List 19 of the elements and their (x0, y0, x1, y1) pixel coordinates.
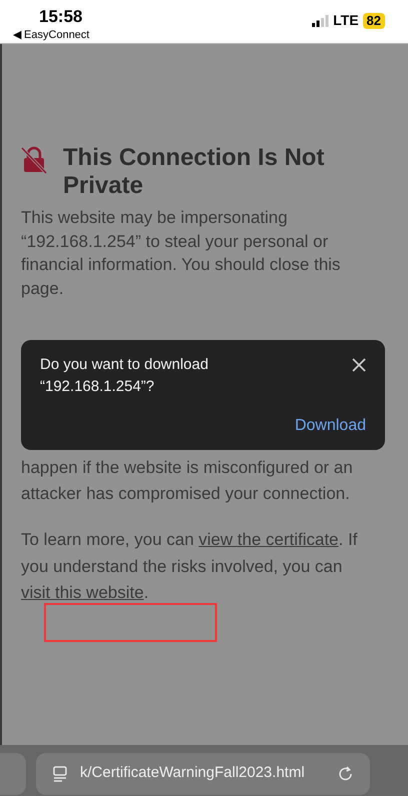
broken-lock-icon (21, 146, 47, 174)
warning-details: happen if the website is misconfigured or an attacker has compromised your connection. (21, 457, 354, 505)
learn-more-text: To learn more, you can view the certificate. If you understand the risks involved, you can visit this website. (21, 529, 358, 604)
warning-title: This Connection Is Not Private (63, 144, 326, 200)
address-bar[interactable]: k/CertificateWarningFall2023.html (36, 752, 370, 794)
signal-icon (312, 14, 330, 26)
reader-icon[interactable] (52, 766, 68, 782)
view-certificate-link[interactable]: view the certificate (198, 530, 338, 549)
url-text: k/CertificateWarningFall2023.html (80, 763, 306, 784)
close-icon[interactable] (352, 358, 366, 372)
status-time: 15:58 (39, 6, 84, 28)
visit-website-link[interactable]: visit this website (21, 583, 144, 602)
back-to-app-link[interactable]: ◀ EasyConnect (13, 28, 90, 42)
network-label: LTE (333, 11, 359, 30)
download-button[interactable]: Download (294, 414, 366, 438)
download-message: Do you want to download “192.168.1.254”? (40, 355, 210, 397)
reload-icon[interactable] (338, 766, 354, 782)
warning-body: This website may be impersonating “192.168.1.254” to steal your personal or financial information. You should close this page. (21, 207, 342, 300)
battery-level: 82 (362, 12, 385, 28)
